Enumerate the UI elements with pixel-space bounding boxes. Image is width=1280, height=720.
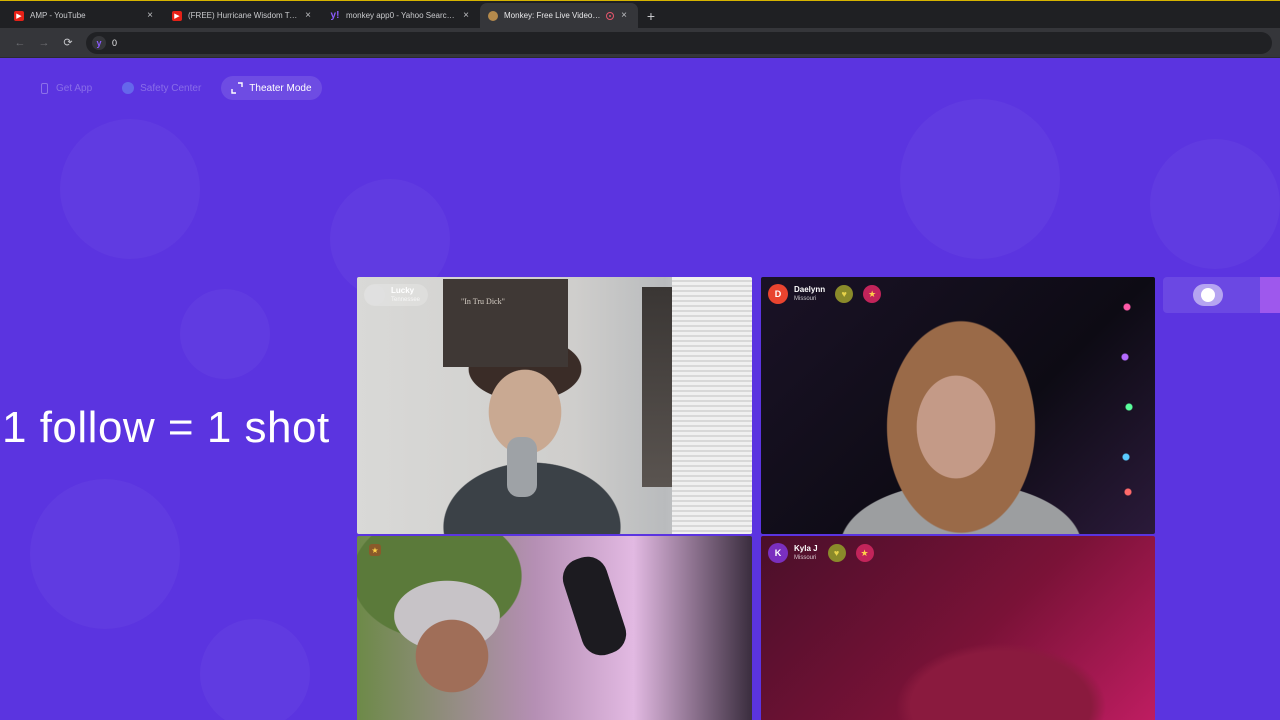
tab-monkey-active[interactable]: Monkey: Free Live Video Ch × bbox=[480, 3, 638, 28]
background-bubble bbox=[60, 119, 200, 259]
participant-location: Tennessee bbox=[391, 297, 421, 303]
background-bubble bbox=[900, 99, 1060, 259]
theater-mode-label: Theater Mode bbox=[249, 82, 312, 94]
participant-location: Missouri bbox=[794, 555, 817, 561]
close-tab-icon[interactable]: × bbox=[460, 10, 472, 21]
safety-center-button[interactable]: Safety Center bbox=[112, 76, 211, 100]
tab-youtube-amp[interactable]: ▶ AMP - YouTube × bbox=[6, 3, 164, 28]
shelf bbox=[642, 287, 672, 487]
avatar: D bbox=[768, 284, 788, 304]
tab-yahoo-search[interactable]: y! monkey app0 - Yahoo Search R × bbox=[322, 3, 480, 28]
tab-title: Monkey: Free Live Video Ch bbox=[504, 11, 602, 20]
video-tile-daelynn[interactable]: D Daelynn Missouri ♥ ★ bbox=[761, 277, 1155, 534]
heart-badge-icon[interactable]: ♥ bbox=[835, 285, 854, 303]
video-tile-lucky[interactable]: "In Tru Dick" Lucky Tennessee bbox=[357, 277, 752, 534]
forward-button[interactable]: → bbox=[32, 31, 56, 55]
tab-title: monkey app0 - Yahoo Search R bbox=[346, 11, 456, 20]
close-tab-icon[interactable]: × bbox=[618, 10, 630, 21]
background-bubble bbox=[1150, 139, 1280, 269]
wall-poster: "In Tru Dick" bbox=[443, 279, 568, 367]
participant-badge[interactable]: Lucky Tennessee bbox=[364, 284, 429, 306]
participant-badge[interactable]: K Kyla J Missouri ♥ ★ bbox=[768, 543, 874, 563]
theater-mode-button[interactable]: Theater Mode bbox=[221, 76, 322, 100]
participant-location: Missouri bbox=[794, 296, 817, 302]
get-app-button[interactable]: Get App bbox=[28, 76, 102, 100]
close-tab-icon[interactable]: × bbox=[144, 10, 156, 21]
avatar: K bbox=[768, 543, 788, 563]
top-actions: Get App Safety Center Theater Mode bbox=[28, 76, 322, 100]
microphone bbox=[557, 551, 632, 661]
back-button[interactable]: ← bbox=[8, 31, 32, 55]
participant-badge[interactable]: D Daelynn Missouri ♥ ★ bbox=[768, 284, 882, 304]
window-blinds bbox=[672, 277, 752, 534]
tab-title: AMP - YouTube bbox=[30, 11, 86, 20]
video-feed bbox=[761, 277, 1155, 534]
microphone bbox=[507, 437, 537, 497]
video-feed bbox=[357, 536, 752, 720]
avatar bbox=[1201, 288, 1215, 302]
shield-icon bbox=[122, 82, 135, 94]
tile-edge bbox=[1260, 277, 1280, 313]
youtube-icon: ▶ bbox=[172, 10, 182, 21]
new-tab-button[interactable]: + bbox=[640, 4, 662, 28]
monkey-page: Get App Safety Center Theater Mode 1 fol… bbox=[0, 59, 1280, 720]
address-bar[interactable]: y 0 bbox=[86, 31, 1272, 54]
medal-badge-icon[interactable]: ★ bbox=[855, 544, 874, 562]
video-tile-third[interactable]: ★ bbox=[357, 536, 752, 720]
reload-button[interactable]: ⟳ bbox=[56, 31, 80, 55]
safety-center-label: Safety Center bbox=[140, 82, 202, 94]
stream-overlay-caption: 1 follow = 1 shot bbox=[2, 403, 330, 452]
tab-title: (FREE) Hurricane Wisdom Type bbox=[188, 11, 298, 20]
badge-icon[interactable]: ★ bbox=[369, 544, 381, 556]
medal-badge-icon[interactable]: ★ bbox=[863, 285, 882, 303]
video-tile-kyla[interactable]: K Kyla J Missouri ♥ ★ bbox=[761, 536, 1155, 720]
background-bubble bbox=[180, 289, 270, 379]
poster-text: "In Tru Dick" bbox=[461, 297, 505, 306]
address-text: 0 bbox=[112, 37, 118, 48]
youtube-icon: ▶ bbox=[14, 10, 24, 21]
background-bubble bbox=[200, 619, 310, 720]
participant-name: Kyla J bbox=[794, 544, 818, 553]
video-feed bbox=[761, 536, 1155, 720]
background-bubble bbox=[30, 479, 180, 629]
avatar bbox=[365, 285, 385, 305]
get-app-label: Get App bbox=[56, 82, 93, 94]
participant-name: Daelynn bbox=[794, 285, 826, 294]
yahoo-site-icon: y bbox=[92, 35, 106, 50]
video-tile-offscreen[interactable] bbox=[1163, 277, 1280, 313]
video-feed: "In Tru Dick" bbox=[357, 277, 752, 534]
recording-icon bbox=[606, 11, 614, 20]
monkey-icon bbox=[488, 10, 498, 21]
phone-icon bbox=[38, 82, 50, 94]
close-tab-icon[interactable]: × bbox=[302, 10, 314, 21]
browser-tab-bar: ▶ AMP - YouTube × ▶ (FREE) Hurricane Wis… bbox=[0, 0, 1280, 28]
participant-name: Lucky bbox=[391, 286, 415, 295]
browser-toolbar: ← → ⟳ y 0 bbox=[0, 28, 1280, 58]
string-lights bbox=[1117, 287, 1137, 507]
heart-badge-icon[interactable]: ♥ bbox=[827, 544, 846, 562]
yahoo-icon: y! bbox=[330, 10, 340, 21]
participant-badge[interactable] bbox=[1193, 284, 1223, 306]
expand-icon bbox=[231, 82, 243, 94]
tab-youtube-hurricane[interactable]: ▶ (FREE) Hurricane Wisdom Type × bbox=[164, 3, 322, 28]
